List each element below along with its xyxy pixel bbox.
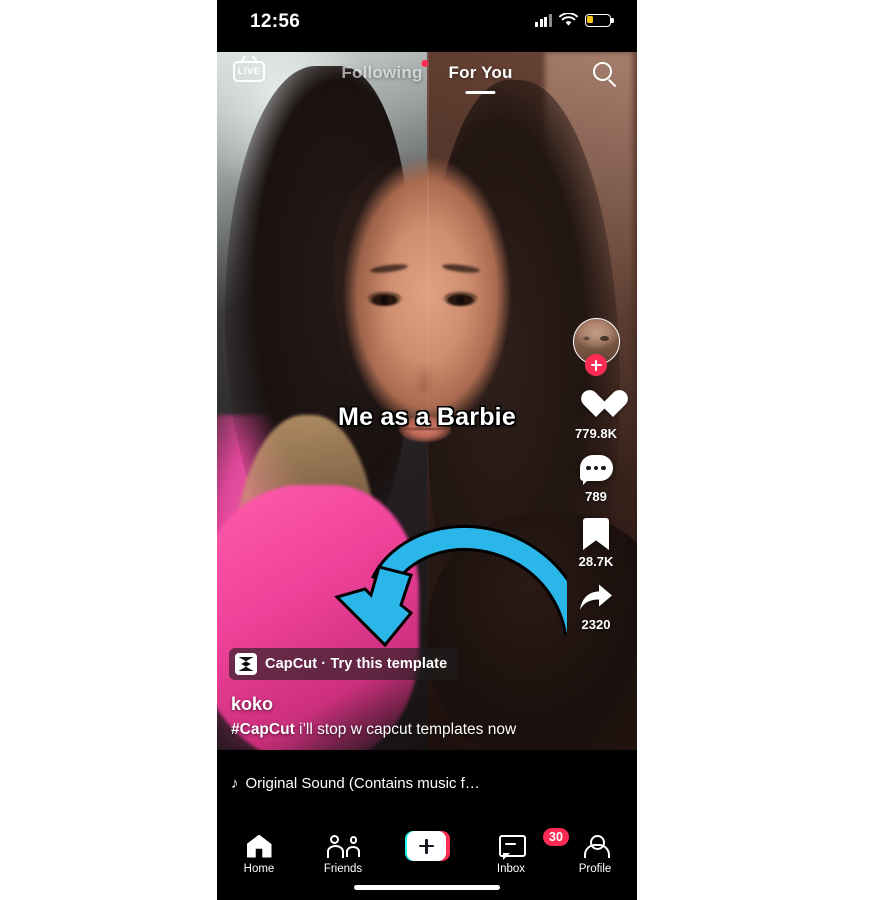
music-note-icon: ♪ — [231, 775, 239, 792]
status-time: 12:56 — [250, 11, 301, 32]
sound-title: Original Sound (Contains music f… — [245, 775, 480, 792]
capcut-logo-icon — [235, 653, 257, 675]
search-button[interactable] — [591, 60, 619, 88]
author-username[interactable]: koko — [231, 694, 543, 715]
bookmark-button[interactable]: 28.7K — [579, 518, 614, 569]
nav-label-profile: Profile — [578, 863, 612, 875]
caption-hashtag[interactable]: #CapCut — [231, 721, 295, 738]
caption-description: #CapCut i’ll stop w capcut templates now — [231, 720, 543, 740]
signal-bars-icon — [534, 13, 552, 27]
following-notification-dot — [421, 60, 429, 67]
follow-button[interactable] — [585, 354, 607, 376]
nav-item-friends[interactable]: Friends — [308, 833, 378, 875]
share-icon — [578, 583, 614, 613]
top-nav-bar: LIVE Following For You — [217, 52, 637, 96]
share-button[interactable]: 2320 — [578, 583, 614, 632]
profile-icon — [584, 834, 610, 858]
friends-icon — [327, 835, 360, 858]
bookmark-count: 28.7K — [578, 554, 614, 569]
tab-for-you[interactable]: For You — [449, 63, 513, 85]
live-label: LIVE — [237, 65, 261, 77]
capcut-label: CapCut · Try this template — [265, 656, 448, 672]
live-button[interactable]: LIVE — [233, 54, 267, 84]
like-button[interactable]: 779.8K — [575, 391, 617, 441]
nav-item-profile[interactable]: Profile — [560, 833, 630, 875]
comment-icon — [579, 455, 613, 485]
search-icon — [593, 62, 612, 81]
wifi-icon — [559, 13, 578, 26]
heart-icon — [579, 391, 613, 422]
sound-row[interactable]: ♪ Original Sound (Contains music f… — [231, 775, 561, 792]
tab-following-label: Following — [341, 63, 423, 82]
tab-for-you-label: For You — [448, 63, 513, 82]
status-icons — [534, 13, 614, 27]
nav-label-friends: Friends — [323, 863, 363, 875]
inbox-icon — [499, 835, 526, 860]
eye-right — [443, 293, 477, 307]
live-icon: LIVE — [233, 61, 265, 82]
battery-icon — [585, 13, 614, 27]
capcut-template-button[interactable]: CapCut · Try this template — [229, 648, 459, 680]
phone-screen: Me as a Barbie 12:56 LIVE Following For … — [217, 0, 637, 900]
home-icon — [247, 835, 272, 858]
nav-item-inbox[interactable]: 30 Inbox — [476, 828, 569, 875]
share-count: 2320 — [581, 617, 611, 632]
bookmark-icon — [583, 518, 609, 550]
like-count: 779.8K — [575, 426, 617, 441]
author-avatar-wrapper[interactable] — [572, 318, 620, 376]
comment-button[interactable]: 789 — [579, 455, 613, 504]
nav-label-inbox: Inbox — [496, 863, 526, 875]
status-bar: 12:56 — [217, 0, 637, 52]
video-caption: koko #CapCut i’ll stop w capcut template… — [231, 694, 543, 740]
nav-label-home: Home — [243, 863, 275, 875]
comment-count: 789 — [585, 489, 607, 504]
nav-item-home[interactable]: Home — [224, 833, 294, 875]
page-root: Me as a Barbie 12:56 LIVE Following For … — [0, 0, 873, 900]
tab-following[interactable]: Following — [341, 60, 429, 85]
home-indicator — [354, 885, 500, 890]
curved-arrow-icon — [334, 524, 567, 648]
create-icon[interactable] — [404, 831, 450, 861]
nav-item-create[interactable] — [392, 831, 462, 861]
action-rail: 779.8K 789 28.7K 2320 — [563, 318, 629, 646]
caption-text: i’ll stop w capcut templates now — [299, 721, 517, 738]
feed-tabs: Following For You — [341, 52, 512, 96]
nose — [413, 362, 436, 393]
eye-left — [368, 293, 402, 307]
